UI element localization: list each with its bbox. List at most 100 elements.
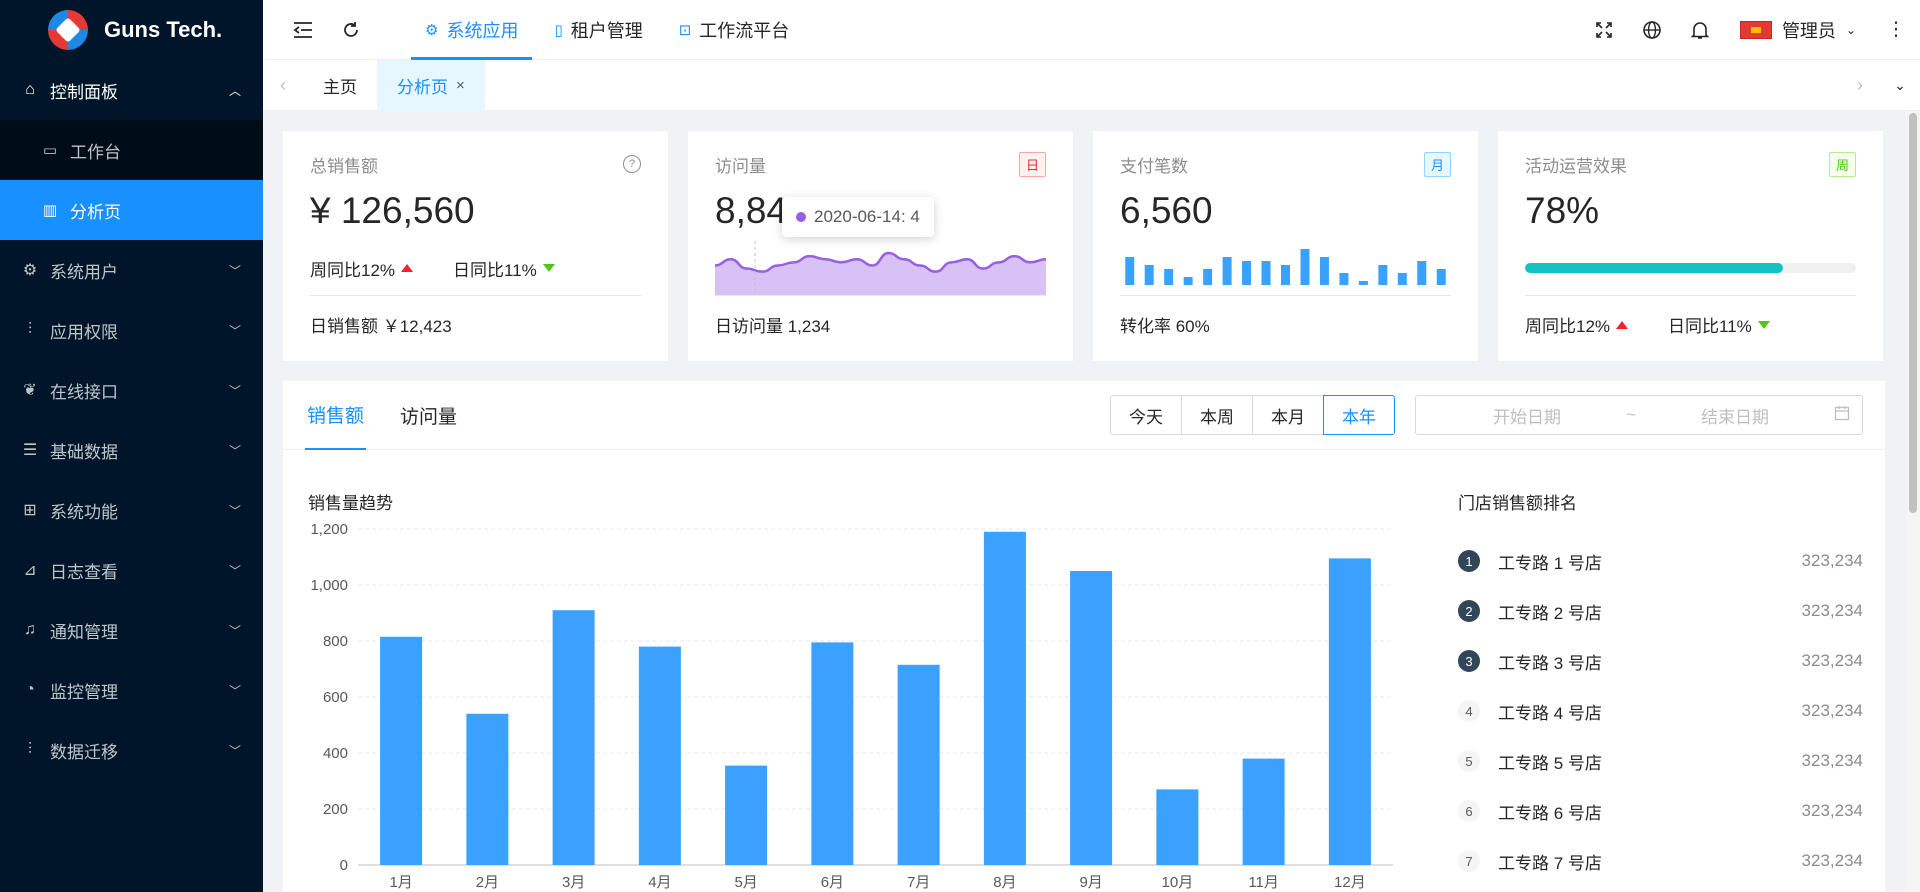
mini-bar — [1125, 257, 1135, 285]
bar-2月 — [466, 713, 509, 865]
sitemap-icon: ⊞ — [23, 502, 37, 519]
bar-3月 — [552, 610, 595, 865]
page-tabs: 主页 分析页 × — [303, 59, 485, 111]
sidebar-item-0[interactable]: ⌂ 控制面板 ︿ — [0, 60, 263, 120]
day-compare: 日同比11% — [1668, 317, 1752, 336]
page-tab-label: 分析页 — [397, 77, 448, 97]
tab-visits[interactable]: 访问量 — [398, 381, 459, 450]
tabs-scroll-right-icon[interactable]: › — [1840, 60, 1880, 111]
page-tab-0[interactable]: 主页 — [303, 60, 377, 111]
sidebar-item-label: 应用权限 — [50, 322, 118, 342]
x-tick-label: 1月 — [389, 874, 412, 891]
campaign-progress — [1525, 263, 1856, 273]
end-date-input[interactable]: 结束日期 — [1636, 403, 1834, 428]
card-value: 78% — [1525, 190, 1600, 231]
series-dot — [796, 212, 806, 222]
sidebar-item-label: 数据迁移 — [50, 742, 118, 762]
sidebar-item-4[interactable]: ☰ 基础数据 ﹀ — [0, 420, 263, 480]
chevron-down-icon: ﹀ — [228, 683, 241, 698]
range-month-button[interactable]: 本月 — [1252, 395, 1324, 435]
card-title: 活动运营效果 — [1525, 156, 1627, 176]
notification-bell-icon[interactable] — [1676, 0, 1724, 60]
range-week-button[interactable]: 本周 — [1181, 395, 1253, 435]
sidebar-item-label: 日志查看 — [50, 562, 118, 582]
sidebar-item-3[interactable]: ❦ 在线接口 ﹀ — [0, 360, 263, 420]
range-year-button[interactable]: 本年 — [1323, 395, 1395, 435]
start-date-input[interactable]: 开始日期 — [1428, 403, 1626, 428]
collapse-menu-icon[interactable] — [279, 0, 327, 60]
store-name: 工专路 4 号店 — [1498, 703, 1602, 723]
top-tab-2[interactable]: ⊡ 工作流平台 — [665, 0, 804, 60]
tabs-scroll-left-icon[interactable]: ‹ — [263, 60, 303, 111]
y-tick-label: 400 — [323, 745, 348, 762]
bar-9月 — [1070, 571, 1113, 865]
mini-bar — [1144, 265, 1154, 285]
x-tick-label: 6月 — [821, 874, 844, 891]
range-today-button[interactable]: 今天 — [1110, 395, 1182, 435]
top-tab-0[interactable]: ⚙ 系统应用 — [411, 0, 533, 60]
sidebar-item-5[interactable]: ⊞ 系统功能 ﹀ — [0, 480, 263, 540]
bar-5月 — [725, 765, 768, 865]
page-tab-1[interactable]: 分析页 × — [377, 59, 485, 111]
app-name: Guns Tech. — [104, 17, 223, 42]
mini-bar — [1436, 269, 1446, 285]
sidebar-item-7[interactable]: ♫ 通知管理 ﹀ — [0, 600, 263, 660]
fullscreen-icon[interactable] — [1580, 0, 1628, 60]
user-menu[interactable]: 管理员 ⌄ — [1724, 17, 1872, 43]
store-name: 工专路 2 号店 — [1498, 603, 1602, 623]
visits-sparkline[interactable] — [715, 241, 1046, 295]
sidebar-item-8[interactable]: ◔ 监控管理 ﹀ — [0, 660, 263, 720]
y-tick-label: 600 — [323, 689, 348, 706]
store-sales: 323,234 — [1801, 651, 1863, 670]
sidebar-item-6[interactable]: ⊿ 日志查看 ﹀ — [0, 540, 263, 600]
gear-icon: ⚙ — [22, 262, 38, 279]
sidebar-item-label: 基础数据 — [50, 442, 118, 462]
tabs-dropdown-icon[interactable]: ⌄ — [1880, 60, 1920, 111]
sidebar-subitem-0[interactable]: ▭ 工作台 — [0, 120, 263, 180]
chevron-down-icon: ﹀ — [228, 623, 241, 638]
bar-7月 — [897, 664, 940, 865]
chevron-down-icon: ﹀ — [228, 743, 241, 758]
more-vertical-icon[interactable]: ⋮ — [1872, 0, 1920, 60]
top-tab-label: 系统应用 — [446, 20, 519, 41]
store-name: 工专路 6 号店 — [1498, 803, 1602, 823]
mini-bar — [1378, 265, 1388, 285]
mini-bar — [1358, 281, 1368, 285]
date-range-picker[interactable]: 开始日期 ~ 结束日期 — [1415, 395, 1863, 435]
rank-number: 5 — [1458, 750, 1480, 772]
top-tab-1[interactable]: ▯ 租户管理 — [540, 0, 656, 60]
sidebar-item-1[interactable]: ⚙ 系统用户 ﹀ — [0, 240, 263, 300]
x-tick-label: 3月 — [562, 874, 585, 891]
y-tick-label: 1,200 — [310, 521, 348, 538]
card-footer: 日访问量 1,234 — [715, 295, 1046, 353]
refresh-icon[interactable] — [327, 0, 375, 60]
x-tick-label: 11月 — [1248, 874, 1279, 891]
x-tick-label: 10月 — [1162, 874, 1194, 891]
list-item: 1 工专路 1 号店 323,234 — [1458, 536, 1863, 586]
store-name: 工专路 7 号店 — [1498, 853, 1602, 873]
language-globe-icon[interactable] — [1628, 0, 1676, 60]
mini-bar — [1319, 257, 1329, 285]
card-title: 访问量 — [715, 156, 766, 176]
page-scrollbar[interactable] — [1906, 111, 1920, 892]
bar-4月 — [638, 646, 681, 865]
scrollbar-thumb[interactable] — [1909, 113, 1917, 513]
sidebar-subitem-1[interactable]: ▥ 分析页 — [0, 180, 263, 240]
help-icon[interactable]: ? — [623, 155, 641, 173]
week-compare: 周同比12% — [1525, 317, 1611, 336]
sidebar-item-9[interactable]: ⫶ 数据迁移 ﹀ — [0, 720, 263, 780]
chart-icon: ⊿ — [23, 562, 37, 579]
week-compare: 周同比12% — [310, 260, 396, 280]
close-icon[interactable]: × — [456, 77, 465, 94]
ranking-title: 门店销售额排名 — [1458, 494, 1577, 513]
payments-mini-bar[interactable] — [1120, 241, 1451, 295]
top-tab-label: 租户管理 — [570, 20, 643, 41]
list-item: 7 工专路 7 号店 323,234 — [1458, 836, 1863, 886]
payments-card: 支付笔数 月 6,560 转化率 60% — [1093, 131, 1478, 361]
sidebar-item-2[interactable]: ⫶ 应用权限 ﹀ — [0, 300, 263, 360]
app-logo[interactable]: Guns Tech. — [0, 0, 263, 60]
document-icon: ☰ — [22, 442, 38, 459]
mini-bar — [1300, 249, 1310, 285]
list-item: 3 工专路 3 号店 323,234 — [1458, 636, 1863, 686]
tab-sales[interactable]: 销售额 — [305, 381, 367, 450]
